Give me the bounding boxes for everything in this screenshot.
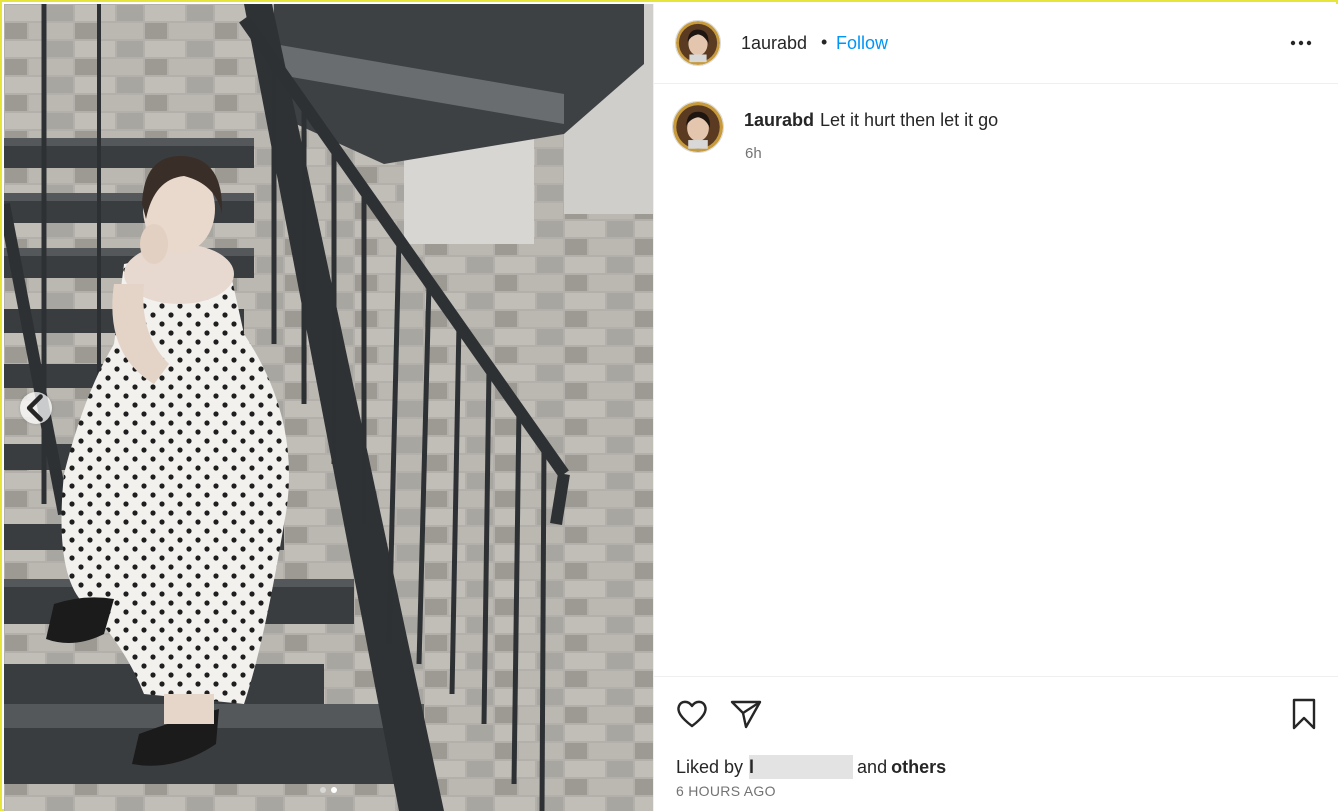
caption: 1aurabd Let it hurt then let it go bbox=[744, 110, 998, 131]
carousel-indicator bbox=[4, 787, 653, 793]
carousel-dot-active bbox=[331, 787, 337, 793]
carousel-prev-button[interactable] bbox=[20, 392, 52, 424]
heart-icon bbox=[677, 700, 707, 728]
caption-avatar[interactable] bbox=[672, 101, 724, 153]
post-header: 1aurabd • Follow bbox=[654, 4, 1338, 84]
liked-by-others-link[interactable]: others bbox=[891, 757, 946, 778]
caption-text: Let it hurt then let it go bbox=[820, 110, 999, 130]
liked-by-prefix: Liked by bbox=[676, 756, 744, 777]
post-image[interactable] bbox=[4, 4, 653, 811]
more-options-icon bbox=[1290, 40, 1312, 46]
profile-photo bbox=[673, 102, 723, 152]
separator-dot: • bbox=[821, 32, 828, 52]
profile-photo bbox=[676, 21, 720, 65]
share-button[interactable] bbox=[728, 696, 764, 732]
caption-age[interactable]: 6h bbox=[745, 145, 762, 162]
follow-button[interactable]: Follow bbox=[836, 33, 888, 54]
liked-by-username[interactable]: l bbox=[749, 755, 854, 779]
post-details-panel: 1aurabd • Follow 1aurabd Let it hurt the… bbox=[653, 4, 1338, 811]
post-timestamp[interactable]: 6 HOURS AGO bbox=[676, 783, 776, 799]
photo-staircase bbox=[4, 4, 653, 811]
liked-by-and: and bbox=[857, 756, 888, 777]
chevron-left-icon bbox=[26, 394, 43, 422]
more-options-button[interactable] bbox=[1290, 34, 1312, 52]
window-frame: 1aurabd • Follow 1aurabd Let it hurt the… bbox=[0, 0, 1338, 811]
carousel-dot bbox=[320, 787, 326, 793]
caption-username[interactable]: 1aurabd bbox=[744, 110, 814, 130]
liked-by-summary: Liked by l and others bbox=[676, 755, 946, 779]
save-button[interactable] bbox=[1286, 696, 1322, 732]
post-actions: Liked by l and others 6 HOURS AGO bbox=[654, 676, 1338, 811]
like-button[interactable] bbox=[674, 696, 710, 732]
share-icon bbox=[730, 700, 762, 729]
avatar[interactable] bbox=[675, 20, 721, 66]
bookmark-icon bbox=[1292, 698, 1316, 730]
post-author-username[interactable]: 1aurabd bbox=[741, 33, 807, 54]
